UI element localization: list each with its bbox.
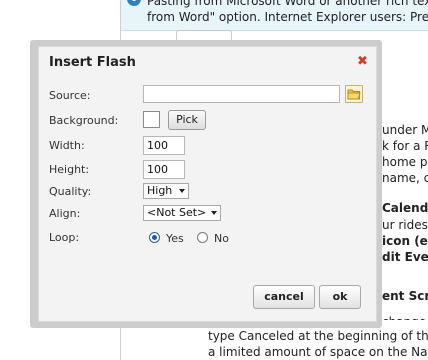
height-label: Height: [49,163,90,176]
loop-no-radio[interactable] [197,232,208,243]
loop-yes-label: Yes [166,232,184,245]
bg-text-line: under M [382,123,428,137]
cancel-button[interactable]: cancel [253,285,315,309]
bg-text-line: k for a R [382,139,428,153]
loop-yes-radio[interactable] [149,232,160,243]
width-field[interactable]: 100 [143,136,185,155]
bg-text-line: Calenda [382,201,428,215]
bg-text-line: dit Even [382,250,428,264]
quality-label: Quality: [49,185,92,198]
background-text-column: under M k for a R home p name, cli Calen… [382,120,428,320]
align-select[interactable]: <Not Set> [143,205,221,221]
bg-text-line: home p [382,155,428,169]
ok-button[interactable]: ok [319,285,361,309]
notice-line-1: Pasting from Microsoft Word or another r… [147,0,428,8]
bg-text-line: icon (ed [382,234,428,248]
pick-button[interactable]: Pick [168,110,206,130]
bg-text-line: name, cli [382,171,428,185]
width-label: Width: [49,139,85,152]
insert-flash-dialog: Insert Flash ✖ Source: Background: Pick … [38,46,377,322]
align-label: Align: [49,207,81,220]
bg-text-line: type Canceled at the beginning of the r [208,329,428,343]
browse-button[interactable] [345,85,363,103]
source-label: Source: [49,89,91,102]
quality-select-value: High [147,184,173,197]
height-field[interactable]: 100 [143,160,185,179]
background-color-swatch[interactable] [143,111,160,128]
close-icon[interactable]: ✖ [357,55,368,68]
loop-label: Loop: [49,231,80,244]
source-input[interactable] [143,85,340,103]
bg-text-line: change [382,314,426,320]
bg-text-line: ur rides w [382,218,428,232]
quality-select[interactable]: High [143,183,189,199]
dialog-title: Insert Flash [49,55,136,70]
notice-line-2: from Word" option. Internet Explorer use… [147,10,428,24]
folder-icon [347,89,361,100]
background-label: Background: [49,114,119,127]
chevron-down-icon [211,211,217,215]
info-notice: i Pasting from Microsoft Word or another… [121,0,428,31]
bg-text-line: a limited amount of space on the Name [208,345,428,359]
loop-no-label: No [214,232,229,245]
align-select-value: <Not Set> [147,206,207,219]
info-icon: i [127,0,141,6]
chevron-down-icon [179,189,185,193]
bg-text-line: ent Scre [382,289,428,303]
